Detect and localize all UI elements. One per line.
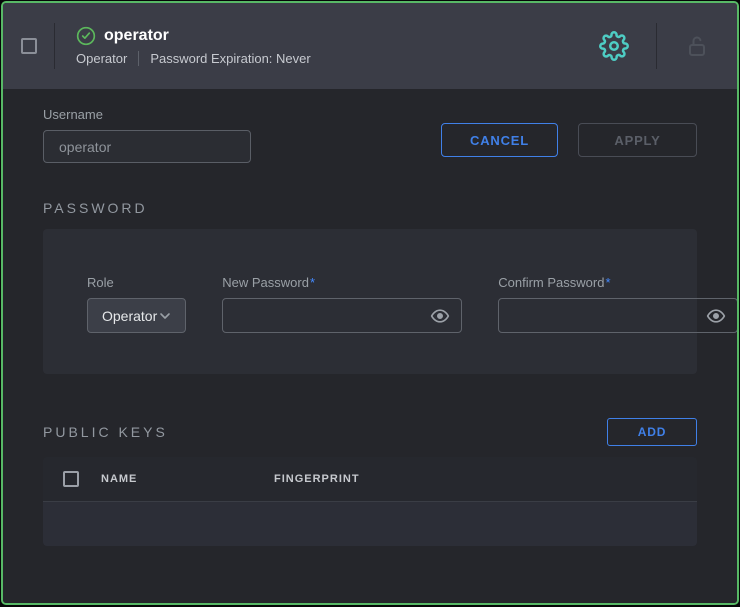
column-header-fingerprint: FINGERPRINT <box>274 473 360 485</box>
subtitle-divider <box>138 51 139 66</box>
chevron-down-icon <box>157 308 173 324</box>
public-keys-heading: PUBLIC KEYS <box>43 424 168 440</box>
select-user-checkbox[interactable] <box>21 38 37 54</box>
eye-icon <box>706 306 726 326</box>
confirm-password-field <box>498 298 738 333</box>
role-select[interactable]: Operator <box>87 298 186 333</box>
add-public-key-button[interactable]: ADD <box>607 418 697 446</box>
required-marker: * <box>310 275 315 290</box>
role-selected-value: Operator <box>102 308 157 324</box>
confirm-password-label: Confirm Password* <box>498 275 738 290</box>
check-circle-icon <box>76 26 96 46</box>
new-password-field <box>222 298 462 333</box>
new-password-visibility-button[interactable] <box>428 304 452 328</box>
header-divider <box>54 23 55 69</box>
user-details-panel: operator Operator Password Expiration: N… <box>1 1 739 605</box>
eye-icon <box>430 306 450 326</box>
lock-toggle-button[interactable] <box>685 34 709 58</box>
apply-button[interactable]: APPLY <box>578 123 697 157</box>
cancel-button[interactable]: CANCEL <box>441 123 558 157</box>
user-title-block: operator Operator Password Expiration: N… <box>76 26 311 66</box>
password-section-heading: PASSWORD <box>43 200 697 216</box>
public-keys-table: NAME FINGERPRINT <box>43 457 697 546</box>
new-password-input[interactable] <box>223 299 428 332</box>
unlock-icon <box>685 34 709 58</box>
column-header-name: NAME <box>101 473 274 485</box>
confirm-password-input[interactable] <box>499 299 704 332</box>
confirm-password-visibility-button[interactable] <box>704 304 728 328</box>
header-divider <box>656 23 657 69</box>
password-expiration-subtitle: Password Expiration: Never <box>150 51 310 66</box>
page-title: operator <box>104 27 169 45</box>
required-marker: * <box>605 275 610 290</box>
table-empty-body <box>43 502 697 546</box>
settings-button[interactable] <box>599 31 629 61</box>
table-header-row: NAME FINGERPRINT <box>43 457 697 502</box>
new-password-label: New Password* <box>222 275 462 290</box>
gear-icon <box>599 31 629 61</box>
username-input[interactable] <box>43 130 251 163</box>
user-form-content: Username CANCEL APPLY PASSWORD Role Oper… <box>3 89 737 603</box>
role-label: Role <box>87 275 186 290</box>
password-card: Role Operator New Password* <box>43 229 697 374</box>
username-label: Username <box>43 107 251 122</box>
user-role-subtitle: Operator <box>76 51 127 66</box>
user-header: operator Operator Password Expiration: N… <box>3 3 737 89</box>
select-all-checkbox[interactable] <box>63 471 79 487</box>
